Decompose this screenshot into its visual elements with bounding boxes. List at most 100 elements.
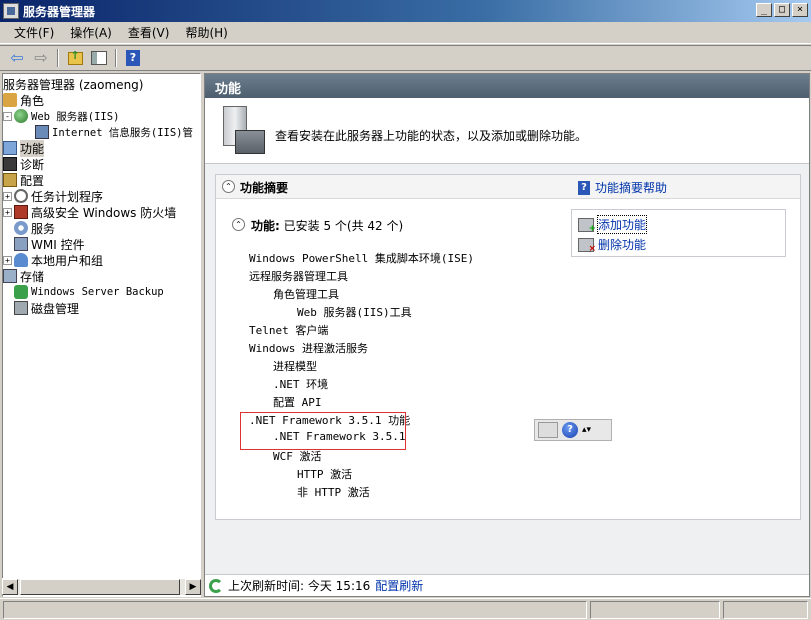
tree-item-label: 服务器管理器 (zaomeng) <box>3 77 144 92</box>
up-one-level-button[interactable] <box>64 48 86 68</box>
remove-features-icon <box>578 237 596 254</box>
server-manager-icon <box>3 3 19 19</box>
back-button[interactable]: ⇦ <box>6 48 28 68</box>
remove-features-label: 删除功能 <box>598 238 647 252</box>
tree-item-label: 功能 <box>20 139 45 157</box>
scroll-right-button[interactable]: ▶ <box>185 579 201 595</box>
tree-item-label: 任务计划程序 <box>31 189 104 204</box>
tree-item-label: 角色 <box>20 93 45 108</box>
feature-item: 非 HTTP 激活 <box>297 486 370 499</box>
toolbar-separator <box>57 49 59 67</box>
status-bar-cell <box>590 601 720 619</box>
menu-view[interactable]: 查看(V) <box>120 24 178 41</box>
feature-item: Windows 进程激活服务 <box>249 342 368 355</box>
tree-item-firewall[interactable]: + 高级安全 Windows 防火墙 <box>3 204 176 220</box>
services-icon <box>14 221 28 235</box>
tree-horizontal-scrollbar[interactable]: ◀ ▶ <box>2 578 201 595</box>
add-features-icon <box>578 217 596 234</box>
toolbar-options-icon[interactable]: ▴▾ <box>582 426 591 435</box>
menu-action[interactable]: 操作(A) <box>62 24 120 41</box>
show-hide-tree-icon <box>91 51 107 65</box>
close-button[interactable]: × <box>792 3 808 17</box>
red-highlight-box <box>240 412 406 450</box>
wmi-icon <box>14 237 28 251</box>
floating-ime-toolbar: ? ▴▾ <box>534 419 612 441</box>
features-count-value: 已安装 5 个(共 42 个) <box>283 219 404 233</box>
task-scheduler-icon <box>14 189 28 203</box>
iis-manager-icon <box>35 125 49 139</box>
expand-toggle[interactable]: + <box>3 255 12 265</box>
title-bar: 服务器管理器 _ □ × <box>0 0 811 22</box>
collapse-section-button[interactable]: ⌃ <box>222 180 235 193</box>
configuration-icon <box>3 173 17 187</box>
scroll-left-button[interactable]: ◀ <box>2 579 18 595</box>
help-icon[interactable]: ? <box>562 422 578 438</box>
actions-panel: 添加功能 删除功能 <box>571 209 786 257</box>
feature-item: 角色管理工具 <box>273 288 339 301</box>
feature-item: 配置 API <box>273 396 322 409</box>
tree-item-local-users[interactable]: + 本地用户和组 <box>3 252 103 268</box>
tree-item-label: 磁盘管理 <box>31 301 80 316</box>
add-features-link[interactable]: 添加功能 <box>578 215 648 234</box>
remove-features-link[interactable]: 删除功能 <box>578 236 647 254</box>
status-bar-cell <box>723 601 808 619</box>
tree-item-label: Web 服务器(IIS) <box>31 110 120 123</box>
menu-help[interactable]: 帮助(H) <box>177 24 235 41</box>
feature-item: Windows PowerShell 集成脚本环境(ISE) <box>249 252 474 265</box>
toolbox-shape <box>235 130 265 154</box>
tree-item-wmi[interactable]: WMI 控件 <box>14 236 85 252</box>
help-icon: ? <box>578 180 590 195</box>
section-title: 功能摘要 <box>240 181 289 195</box>
feature-item: 远程服务器管理工具 <box>249 270 348 283</box>
backup-icon <box>14 285 28 299</box>
details-pane: 功能 查看安装在此服务器上功能的状态，以及添加或删除功能。 ⌃ 功能摘要 ? 功… <box>204 73 810 597</box>
pane-header: 功能 <box>205 74 809 98</box>
tree-item-root[interactable]: 服务器管理器 (zaomeng) <box>3 76 143 92</box>
window-title: 服务器管理器 <box>23 4 96 19</box>
tree-item-label: WMI 控件 <box>31 237 85 252</box>
toolbar-separator <box>115 49 117 67</box>
tree-item-task-scheduler[interactable]: + 任务计划程序 <box>3 188 103 204</box>
disk-management-icon <box>14 301 28 315</box>
back-icon: ⇦ <box>10 48 24 67</box>
tree-item-label: Windows Server Backup <box>31 286 164 298</box>
help-button[interactable]: ? <box>122 48 144 68</box>
tree-item-label: 本地用户和组 <box>31 253 104 268</box>
intro-description: 查看安装在此服务器上功能的状态，以及添加或删除功能。 <box>275 129 588 143</box>
show-hide-tree-button[interactable] <box>88 48 110 68</box>
tree-item-services[interactable]: 服务 <box>14 220 55 236</box>
server-features-icon <box>219 106 265 158</box>
feature-item: HTTP 激活 <box>297 468 353 481</box>
firewall-icon <box>14 205 28 219</box>
expand-toggle[interactable]: + <box>3 191 12 201</box>
tree-item-iis-manager[interactable]: Internet 信息服务(IIS)管 <box>35 124 193 140</box>
expand-toggle[interactable]: - <box>3 111 12 121</box>
menu-file[interactable]: 文件(F) <box>6 24 62 41</box>
refresh-icon <box>209 578 223 593</box>
minimize-button[interactable]: _ <box>756 3 772 17</box>
forward-button[interactable]: ⇨ <box>30 48 52 68</box>
tree-item-disk-management[interactable]: 磁盘管理 <box>14 300 79 316</box>
tree-item-web-server[interactable]: - Web 服务器(IIS) <box>3 108 119 124</box>
users-icon <box>14 253 28 267</box>
features-summary-section: ⌃ 功能摘要 ? 功能摘要帮助 ⌃ 功能: 已安装 5 个(共 42 个) 添加… <box>215 174 801 520</box>
keyboard-icon[interactable] <box>538 422 558 438</box>
configure-refresh-link[interactable]: 配置刷新 <box>375 577 423 594</box>
tree-item-features[interactable]: 功能 <box>3 139 45 157</box>
last-refresh-text: 上次刷新时间: 今天 15:16 <box>228 579 371 593</box>
collapse-features-button[interactable]: ⌃ <box>232 218 245 231</box>
tree-item-diagnostics[interactable]: 诊断 <box>3 156 44 172</box>
roles-icon <box>3 93 17 107</box>
tree-item-configuration[interactable]: 配置 <box>3 172 44 188</box>
tree-item-roles[interactable]: 角色 <box>3 92 44 108</box>
up-icon <box>67 49 83 65</box>
tree-item-backup[interactable]: Windows Server Backup <box>14 284 164 300</box>
tree-item-storage[interactable]: 存储 <box>3 268 44 284</box>
maximize-button[interactable]: □ <box>774 3 790 17</box>
expand-toggle[interactable]: + <box>3 207 12 217</box>
status-bar <box>0 598 811 620</box>
features-summary-help-link[interactable]: ? 功能摘要帮助 <box>578 179 667 196</box>
scroll-thumb[interactable] <box>20 579 180 595</box>
feature-item: Web 服务器(IIS)工具 <box>297 306 412 319</box>
tree-item-label: Internet 信息服务(IIS)管 <box>52 126 194 139</box>
